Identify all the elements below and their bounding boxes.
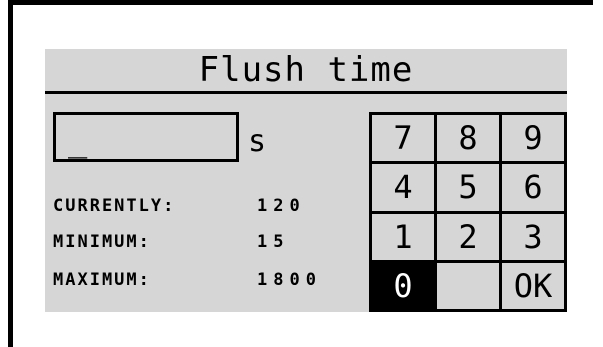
maximum-label: MAXIMUM: [53, 270, 151, 290]
flush-time-input-value: _ [68, 121, 88, 159]
key-9[interactable]: 9 [502, 115, 567, 165]
title-divider [45, 91, 567, 94]
numeric-keypad: 7 8 9 4 5 6 1 2 3 0 OK [369, 112, 567, 312]
key-4[interactable]: 4 [372, 164, 437, 214]
key-8[interactable]: 8 [437, 115, 502, 165]
flush-time-dialog: Flush time _ s CURRENTLY: 120 MINIMUM: 1… [45, 49, 567, 312]
flush-time-input[interactable]: _ [53, 112, 239, 162]
blank-key [437, 262, 502, 312]
minimum-value: 15 [257, 232, 290, 252]
key-3[interactable]: 3 [502, 213, 567, 263]
key-7[interactable]: 7 [372, 115, 437, 165]
unit-label: s [248, 124, 267, 159]
key-5[interactable]: 5 [437, 164, 502, 214]
device-frame-left [8, 0, 13, 347]
ok-button[interactable]: OK [502, 262, 567, 312]
key-6[interactable]: 6 [502, 164, 567, 214]
currently-label: CURRENTLY: [53, 196, 176, 216]
maximum-value: 1800 [257, 270, 322, 290]
dialog-title: Flush time [198, 50, 414, 90]
key-1[interactable]: 1 [372, 213, 437, 263]
device-frame-top [10, 0, 593, 5]
minimum-label: MINIMUM: [53, 232, 151, 252]
currently-value: 120 [257, 196, 306, 216]
key-0[interactable]: 0 [372, 262, 437, 312]
key-2[interactable]: 2 [437, 213, 502, 263]
